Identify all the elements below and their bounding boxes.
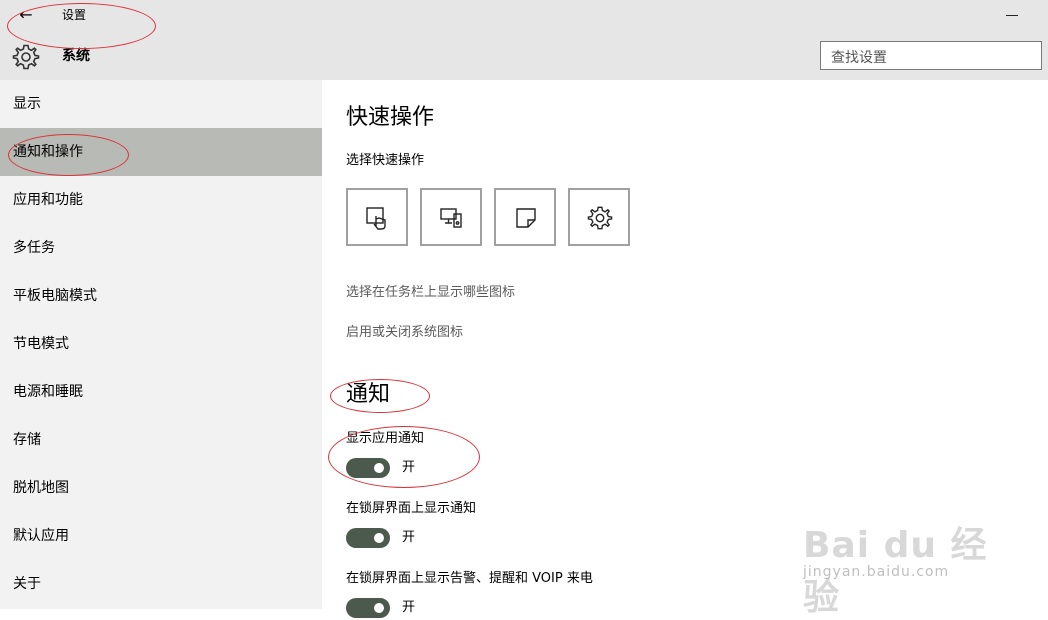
lockscreen-notifications-label: 在锁屏界面上显示通知 (346, 501, 477, 516)
search-input[interactable]: 查找设置 (820, 41, 1042, 70)
sidebar-item-storage[interactable]: 存储 (0, 416, 322, 464)
sidebar-item-about[interactable]: 关于 (0, 560, 322, 608)
lockscreen-notifications-toggle[interactable] (346, 528, 390, 548)
section-title: 系统 (62, 48, 90, 64)
main-content: 快速操作 选择快速操作 选择在任务栏上显示哪些图标 启用或关闭系统图标 通知 显… (322, 80, 1048, 618)
back-button[interactable]: ← (14, 4, 38, 26)
sidebar-item-notifications-actions[interactable]: 通知和操作 (0, 128, 322, 176)
quick-action-tile-settings[interactable] (568, 188, 630, 246)
system-icons-link[interactable]: 启用或关闭系统图标 (346, 324, 463, 342)
taskbar-icons-link[interactable]: 选择在任务栏上显示哪些图标 (346, 284, 515, 302)
toggle-knob (374, 603, 384, 613)
note-icon (516, 208, 536, 228)
toggle-knob (374, 463, 384, 473)
sidebar-item-display[interactable]: 显示 (0, 80, 322, 128)
show-app-notifications-label: 显示应用通知 (346, 431, 425, 446)
lockscreen-alarms-state: 开 (402, 600, 416, 615)
sidebar-item-power-sleep[interactable]: 电源和睡眠 (0, 368, 322, 416)
project-icon (440, 208, 462, 228)
lockscreen-alarms-label: 在锁屏界面上显示告警、提醒和 VOIP 来电 (346, 571, 593, 586)
lockscreen-alarms-toggle[interactable] (346, 598, 390, 618)
title-bar: ← 设置 系统 查找设置 (0, 0, 1048, 80)
quick-actions-heading: 快速操作 (346, 105, 435, 130)
show-app-notifications-toggle[interactable] (346, 458, 390, 478)
sidebar-item-battery-saver[interactable]: 节电模式 (0, 320, 322, 368)
sidebar-item-multitasking[interactable]: 多任务 (0, 224, 322, 272)
lockscreen-notifications-state: 开 (402, 530, 416, 545)
sidebar-item-apps-features[interactable]: 应用和功能 (0, 176, 322, 224)
notifications-heading: 通知 (346, 382, 391, 407)
quick-action-tile-note[interactable] (494, 188, 556, 246)
settings-icon (587, 206, 613, 230)
sidebar-item-default-apps[interactable]: 默认应用 (0, 512, 322, 560)
quick-action-tile-project[interactable] (420, 188, 482, 246)
toggle-knob (374, 533, 384, 543)
quick-action-tile-tablet-mode[interactable] (346, 188, 408, 246)
window-title: 设置 (62, 8, 87, 22)
sidebar: 显示 通知和操作 应用和功能 多任务 平板电脑模式 节电模式 电源和睡眠 存储 … (0, 80, 322, 609)
minimize-button[interactable] (1006, 6, 1020, 20)
sidebar-item-tablet-mode[interactable]: 平板电脑模式 (0, 272, 322, 320)
show-app-notifications-state: 开 (402, 460, 416, 475)
tablet-mode-icon (366, 207, 386, 230)
sidebar-item-offline-maps[interactable]: 脱机地图 (0, 464, 322, 512)
gear-icon (12, 44, 40, 70)
quick-actions-subheading: 选择快速操作 (346, 153, 425, 168)
